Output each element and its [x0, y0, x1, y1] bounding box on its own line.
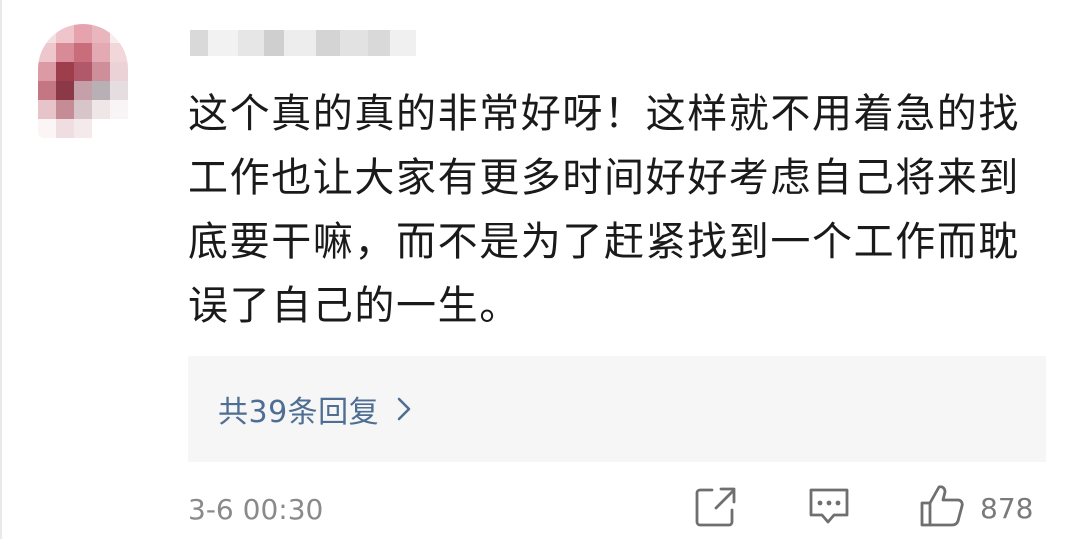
share-button[interactable] [694, 486, 738, 530]
chevron-right-icon [397, 394, 419, 424]
comment-text: 这个真的真的非常好呀！这样就不用着急的找工作也让大家有更多时间好好考虑自己将来到… [188, 91, 1020, 329]
comment-button[interactable] [806, 486, 852, 530]
replies-count-label: 共39条回复 [218, 395, 380, 430]
comment-bubble-icon [806, 484, 852, 532]
username-blurred[interactable] [190, 30, 418, 56]
comment-timestamp: 3-6 00:30 [188, 493, 324, 526]
view-replies-link[interactable]: 共39条回复 [218, 386, 419, 432]
like-count: 878 [980, 491, 1034, 525]
replies-panel: 共39条回复 [188, 356, 1046, 462]
share-edit-icon [694, 484, 738, 532]
thumbs-up-icon [918, 483, 966, 533]
left-divider [0, 0, 2, 539]
avatar[interactable] [38, 24, 128, 138]
like-button[interactable]: 878 [918, 483, 1034, 533]
